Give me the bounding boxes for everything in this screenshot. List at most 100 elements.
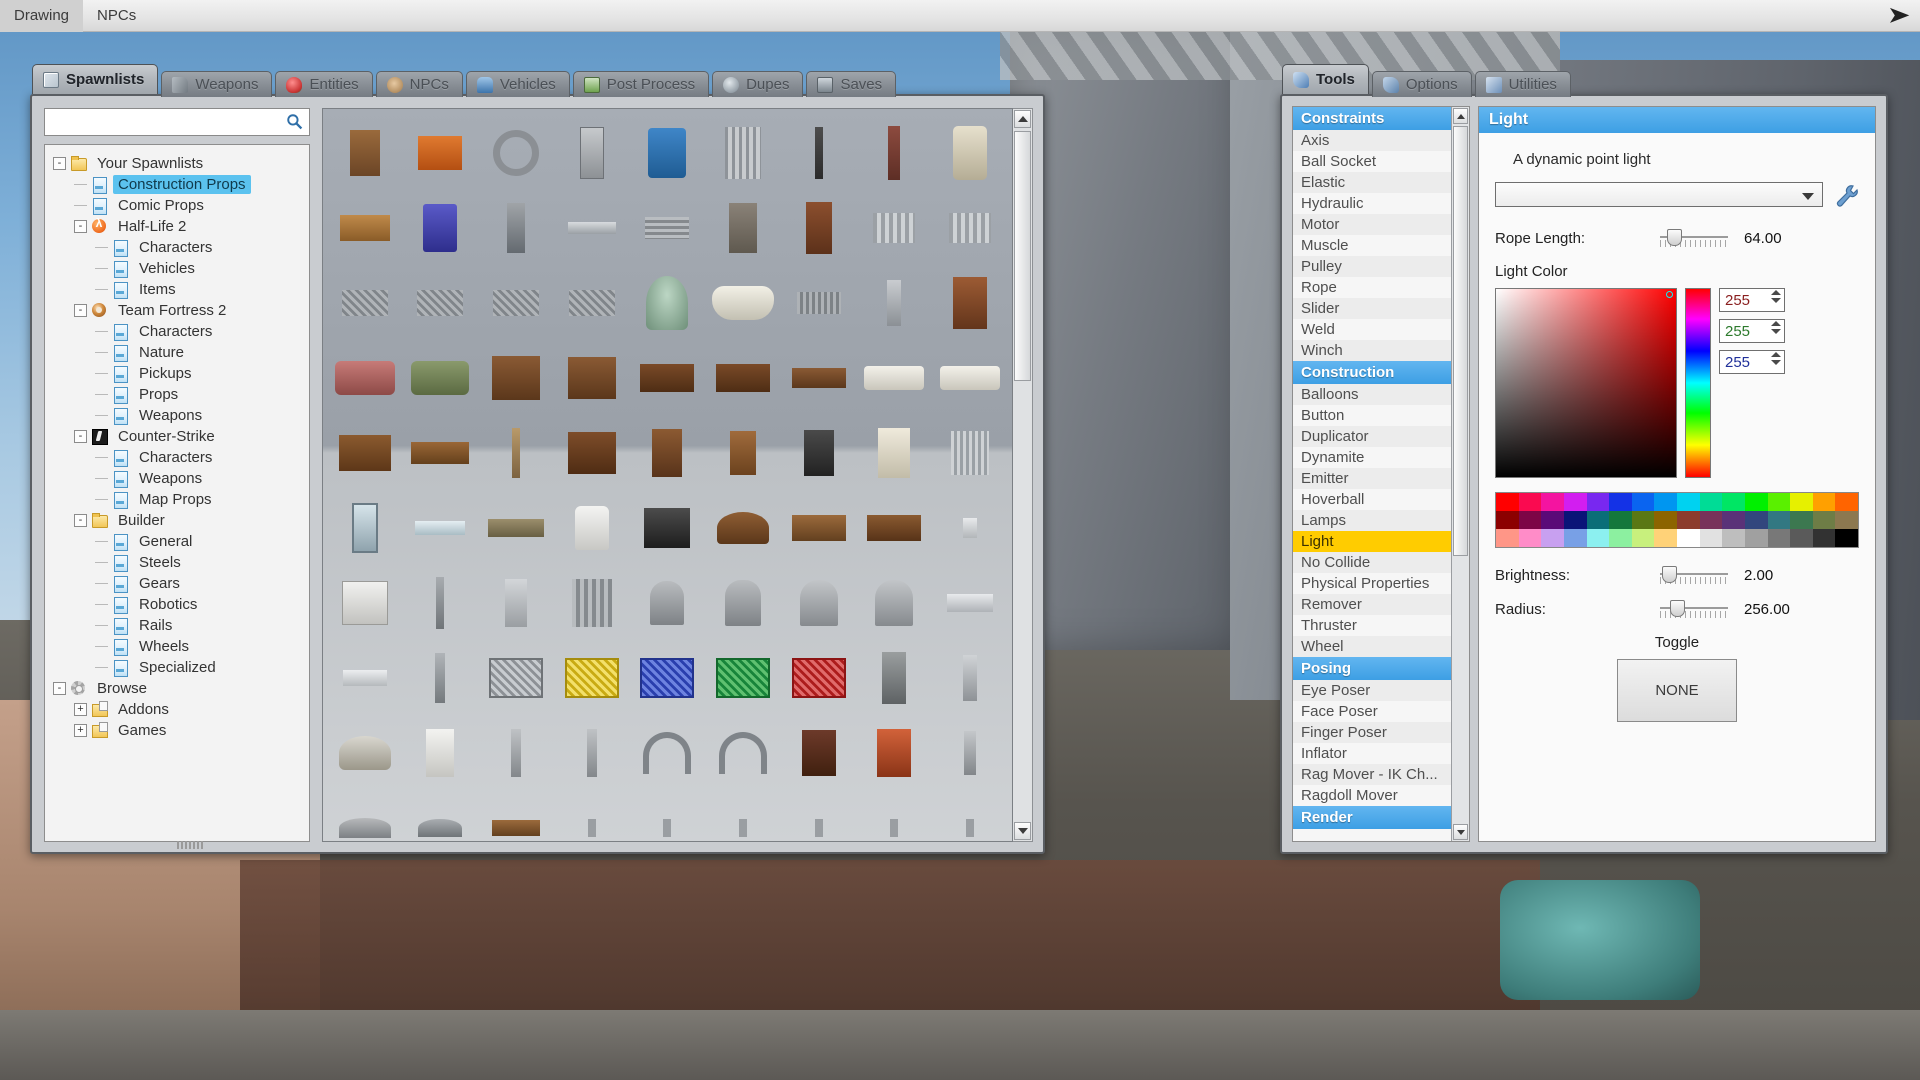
- tab-npcs[interactable]: NPCs: [375, 71, 463, 97]
- palette-swatch[interactable]: [1835, 511, 1858, 529]
- tree-item-pickups[interactable]: Pickups: [45, 363, 309, 384]
- palette-swatch[interactable]: [1609, 493, 1632, 511]
- palette-swatch[interactable]: [1631, 493, 1655, 511]
- blue-spinner[interactable]: [1719, 350, 1785, 374]
- tool-item-wheel[interactable]: Wheel: [1293, 636, 1451, 657]
- palette-swatch[interactable]: [1835, 493, 1858, 511]
- tool-item-weld[interactable]: Weld: [1293, 319, 1451, 340]
- prop-item[interactable]: [932, 415, 1008, 490]
- tab-dupes[interactable]: Dupes: [712, 71, 804, 97]
- prop-item[interactable]: [403, 265, 479, 340]
- prop-item[interactable]: [478, 265, 554, 340]
- prop-item[interactable]: [932, 340, 1008, 415]
- prop-item[interactable]: [554, 415, 630, 490]
- prop-item[interactable]: [781, 565, 857, 640]
- menu-item-npcs[interactable]: NPCs: [83, 0, 150, 32]
- prop-item[interactable]: [478, 640, 554, 715]
- tool-item-inflator[interactable]: Inflator: [1293, 743, 1451, 764]
- tool-item-motor[interactable]: Motor: [1293, 214, 1451, 235]
- palette-swatch[interactable]: [1631, 529, 1655, 547]
- prop-item[interactable]: [857, 715, 933, 790]
- tool-list[interactable]: Constraints Axis Ball Socket Elastic Hydraul…: [1292, 106, 1470, 842]
- tool-item-hydraulic[interactable]: Hydraulic: [1293, 193, 1451, 214]
- search-input[interactable]: [44, 108, 310, 136]
- palette-swatch[interactable]: [1518, 529, 1542, 547]
- palette-swatch[interactable]: [1518, 493, 1542, 511]
- prop-item[interactable]: [327, 640, 403, 715]
- prop-item[interactable]: [857, 190, 933, 265]
- palette-swatch[interactable]: [1496, 511, 1519, 529]
- prop-item[interactable]: [781, 340, 857, 415]
- prop-item[interactable]: [327, 115, 403, 190]
- prop-item[interactable]: [554, 340, 630, 415]
- preset-edit-button[interactable]: [1833, 183, 1859, 207]
- prop-item[interactable]: [705, 190, 781, 265]
- palette-swatch[interactable]: [1677, 511, 1700, 529]
- scroll-up-icon[interactable]: [1014, 110, 1031, 128]
- tree-item-characters[interactable]: Characters: [45, 447, 309, 468]
- tree-item-weapons[interactable]: Weapons: [45, 405, 309, 426]
- prop-item[interactable]: [403, 640, 479, 715]
- tool-item-physical-properties[interactable]: Physical Properties: [1293, 573, 1451, 594]
- tool-category-construction[interactable]: Construction: [1293, 361, 1451, 384]
- palette-swatch[interactable]: [1744, 493, 1768, 511]
- collapse-toggle[interactable]: -: [53, 157, 66, 170]
- prop-item[interactable]: [630, 265, 706, 340]
- tree-item-comic-props[interactable]: Comic Props: [45, 195, 309, 216]
- tool-item-elastic[interactable]: Elastic: [1293, 172, 1451, 193]
- prop-item[interactable]: [630, 490, 706, 565]
- resize-handle[interactable]: [177, 841, 203, 849]
- prop-item[interactable]: [327, 715, 403, 790]
- tool-item-balloons[interactable]: Balloons: [1293, 384, 1451, 405]
- palette-swatch[interactable]: [1744, 511, 1768, 529]
- palette-swatch[interactable]: [1699, 529, 1723, 547]
- palette-swatch[interactable]: [1586, 511, 1610, 529]
- prop-item[interactable]: [327, 265, 403, 340]
- prop-item[interactable]: [554, 490, 630, 565]
- tool-item-hoverball[interactable]: Hoverball: [1293, 489, 1451, 510]
- green-spinner[interactable]: [1719, 319, 1785, 343]
- red-stepper[interactable]: [1771, 290, 1781, 303]
- prop-item[interactable]: [932, 640, 1008, 715]
- prop-item[interactable]: [478, 565, 554, 640]
- brightness-slider[interactable]: [1660, 566, 1728, 584]
- prop-item[interactable]: [781, 115, 857, 190]
- green-stepper[interactable]: [1771, 321, 1781, 334]
- tool-item-muscle[interactable]: Muscle: [1293, 235, 1451, 256]
- palette-swatch[interactable]: [1722, 529, 1745, 547]
- tool-category-posing[interactable]: Posing: [1293, 657, 1451, 680]
- prop-item[interactable]: [630, 340, 706, 415]
- slider-knob[interactable]: [1666, 229, 1682, 246]
- prop-item[interactable]: [857, 340, 933, 415]
- tool-item-face-poser[interactable]: Face Poser: [1293, 701, 1451, 722]
- prop-item[interactable]: [327, 340, 403, 415]
- palette-swatch[interactable]: [1722, 493, 1745, 511]
- blue-input[interactable]: [1720, 353, 1762, 371]
- scroll-thumb[interactable]: [1453, 126, 1468, 556]
- prop-item[interactable]: [403, 490, 479, 565]
- prop-item[interactable]: [403, 340, 479, 415]
- palette-swatch[interactable]: [1586, 529, 1610, 547]
- prop-item[interactable]: [403, 715, 479, 790]
- prop-item[interactable]: [705, 715, 781, 790]
- prop-item[interactable]: [554, 790, 630, 841]
- tool-item-emitter[interactable]: Emitter: [1293, 468, 1451, 489]
- tab-entities[interactable]: Entities: [275, 71, 373, 97]
- palette-swatch[interactable]: [1541, 493, 1564, 511]
- palette-swatch[interactable]: [1541, 529, 1564, 547]
- collapse-toggle[interactable]: -: [74, 220, 87, 233]
- prop-item[interactable]: [630, 190, 706, 265]
- palette-swatch[interactable]: [1563, 511, 1587, 529]
- tool-item-finger-poser[interactable]: Finger Poser: [1293, 722, 1451, 743]
- tree-item-counter-strike[interactable]: - Counter-Strike: [45, 426, 309, 447]
- collapse-toggle[interactable]: -: [74, 304, 87, 317]
- palette-swatch[interactable]: [1790, 493, 1813, 511]
- tool-list-scrollbar[interactable]: [1451, 107, 1469, 841]
- tree-item-half-life-2[interactable]: - Half-Life 2: [45, 216, 309, 237]
- tree-item-games[interactable]: + Games: [45, 720, 309, 741]
- tree-item-specialized[interactable]: Specialized: [45, 657, 309, 678]
- prop-item[interactable]: [857, 565, 933, 640]
- tool-item-light[interactable]: Light: [1293, 531, 1451, 552]
- color-palette[interactable]: [1495, 492, 1859, 548]
- palette-swatch[interactable]: [1790, 511, 1813, 529]
